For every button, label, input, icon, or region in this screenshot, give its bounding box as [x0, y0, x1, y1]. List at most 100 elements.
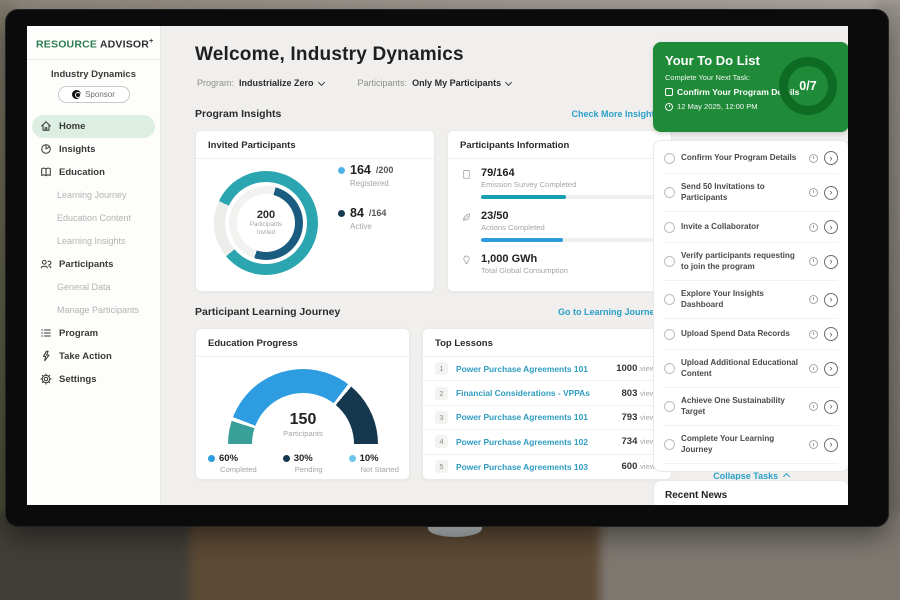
stat-consumption: 1,000 GWh Total Global Consumption [460, 253, 661, 275]
top-lessons-card: Top Lessons 1 Power Purchase Agreements … [422, 328, 672, 480]
task-checkbox[interactable] [664, 363, 675, 374]
task-row: Verify participants requesting to join t… [664, 243, 838, 281]
lesson-link[interactable]: Power Purchase Agreements 101 [456, 364, 616, 374]
task-row: Achieve One Sustainability Target › [664, 388, 838, 426]
sidebar-item-home[interactable]: Home [32, 115, 155, 138]
sidebar-item-manage-participants[interactable]: Manage Participants [32, 299, 155, 322]
lesson-link[interactable]: Power Purchase Agreements 102 [456, 437, 622, 447]
task-doc-icon [665, 88, 673, 96]
logo-advisor: ADVISOR [100, 39, 149, 51]
legend-dot [349, 455, 356, 462]
legend-active: 84/164 Active [338, 206, 393, 231]
lesson-link[interactable]: Power Purchase Agreements 103 [456, 462, 622, 472]
sidebar-item-insights[interactable]: Insights [32, 138, 155, 161]
education-book-icon [40, 166, 52, 178]
task-row: Explore Your Insights Dashboard › [664, 281, 838, 319]
clock-icon [809, 295, 818, 304]
education-progress-title: Education Progress [196, 329, 409, 357]
program-insights-title: Program Insights [195, 108, 281, 120]
org-name: Industry Dynamics [27, 69, 160, 80]
legend-dot [338, 210, 345, 217]
education-gauge-chart: 150 Participants [228, 369, 378, 445]
todo-progress-ring: 0/7 [779, 57, 837, 115]
app-logo: RESOURCE ADVISOR+ [27, 26, 160, 60]
task-open-button[interactable]: › [824, 151, 838, 165]
clock-icon [809, 402, 818, 411]
learning-journey-header: Participant Learning Journey Go to Learn… [195, 306, 672, 318]
lesson-link[interactable]: Financial Considerations - VPPAs [456, 388, 622, 398]
recent-news-card: Recent News [653, 480, 848, 505]
task-checkbox[interactable] [664, 222, 675, 233]
lesson-rank: 3 [435, 411, 448, 424]
task-checkbox[interactable] [664, 187, 675, 198]
program-filter[interactable]: Program: Industrialize Zero [197, 78, 324, 88]
actions-progress-bar [481, 238, 659, 242]
sidebar-item-program[interactable]: Program [32, 322, 155, 345]
survey-icon [460, 167, 473, 179]
legend-dot [208, 455, 215, 462]
main-content: Welcome, Industry Dynamics Program: Indu… [161, 26, 648, 505]
task-open-button[interactable]: › [824, 220, 838, 234]
gauge-legend: 60% Completed 30% Pending 10% Not Starte… [208, 453, 399, 474]
clock-icon [809, 440, 818, 449]
task-open-button[interactable]: › [824, 362, 838, 376]
sidebar-item-education[interactable]: Education [32, 161, 155, 184]
sidebar-item-settings[interactable]: Settings [32, 368, 155, 391]
invited-donut-chart: 200 Participants Invited [214, 171, 318, 275]
legend-pending: 30% Pending [283, 453, 323, 474]
program-list-icon [40, 327, 52, 339]
consumption-bulb-icon [460, 253, 473, 265]
lesson-link[interactable]: Power Purchase Agreements 101 [456, 412, 622, 422]
chevron-down-icon [317, 78, 324, 85]
task-checkbox[interactable] [664, 153, 675, 164]
sidebar-item-general-data[interactable]: General Data [32, 276, 155, 299]
desktop-photo: RESOURCE ADVISOR+ Industry Dynamics Spon… [0, 0, 900, 600]
invited-participants-title: Invited Participants [196, 131, 434, 159]
task-checkbox[interactable] [664, 256, 675, 267]
sidebar-nav: Home Insights Education Learning Journey… [27, 111, 160, 391]
donut-outer-ring: 200 Participants Invited [214, 171, 318, 275]
lesson-row: 2 Financial Considerations - VPPAs 803 v… [423, 381, 671, 405]
task-checkbox[interactable] [664, 329, 675, 340]
task-checkbox[interactable] [664, 401, 675, 412]
task-open-button[interactable]: › [824, 400, 838, 414]
clock-icon [809, 330, 818, 339]
take-action-icon [40, 350, 52, 362]
lesson-rank: 2 [435, 387, 448, 400]
task-row: Confirm Your Program Details › [664, 143, 838, 174]
lesson-row: 3 Power Purchase Agreements 101 793 view… [423, 406, 671, 430]
todo-summary-card: Your To Do List Complete Your Next Task:… [653, 42, 848, 132]
filters-row: Program: Industrialize Zero Participants… [197, 78, 511, 88]
sidebar-item-take-action[interactable]: Take Action [32, 345, 155, 368]
donut-inner-ring: 200 Participants Invited [229, 186, 303, 260]
task-open-button[interactable]: › [824, 438, 838, 452]
recent-news-title: Recent News [665, 490, 837, 501]
sponsor-badge[interactable]: Sponsor [58, 86, 130, 103]
sidebar-item-learning-journey[interactable]: Learning Journey [32, 184, 155, 207]
learning-journey-title: Participant Learning Journey [195, 306, 340, 318]
task-checkbox[interactable] [664, 439, 675, 450]
lesson-row: 1 Power Purchase Agreements 101 1000 vie… [423, 357, 671, 381]
clock-icon [809, 154, 818, 163]
task-open-button[interactable]: › [824, 255, 838, 269]
clock-icon [809, 188, 818, 197]
task-checkbox[interactable] [664, 294, 675, 305]
participants-filter[interactable]: Participants: Only My Participants [358, 78, 512, 88]
task-open-button[interactable]: › [824, 186, 838, 200]
donut-center-value: 200 [257, 209, 275, 221]
logo-resource: RESOURCE [36, 39, 97, 51]
clock-icon [809, 257, 818, 266]
sidebar-item-learning-insights[interactable]: Learning Insights [32, 230, 155, 253]
page-title: Welcome, Industry Dynamics [195, 44, 464, 66]
top-lessons-title: Top Lessons [423, 329, 671, 357]
task-row: Invite a Collaborator › [664, 212, 838, 243]
sidebar-item-education-content[interactable]: Education Content [32, 207, 155, 230]
task-open-button[interactable]: › [824, 293, 838, 307]
task-row: Upload Spend Data Records › [664, 319, 838, 350]
sidebar-item-participants[interactable]: Participants [32, 253, 155, 276]
chevron-down-icon [505, 78, 512, 85]
task-open-button[interactable]: › [824, 327, 838, 341]
gauge-center-value: 150 [290, 411, 317, 429]
participants-icon [40, 258, 52, 270]
clock-icon [809, 223, 818, 232]
